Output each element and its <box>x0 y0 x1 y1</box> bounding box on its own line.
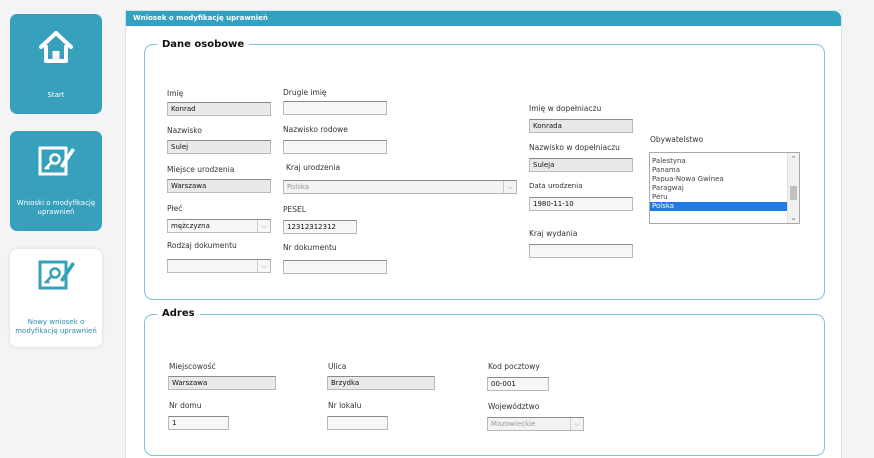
street-input[interactable]: Brzydka <box>327 376 435 390</box>
family-name-label: Nazwisko rodowe <box>283 125 348 134</box>
home-icon <box>39 31 73 63</box>
chevron-up-icon[interactable]: ⌃ <box>788 155 799 164</box>
city-label: Miejscowość <box>169 362 216 371</box>
house-input[interactable]: 1 <box>168 416 229 430</box>
chevron-down-icon: ⌵ <box>257 260 270 272</box>
doc-type-label: Rodzaj dokumentu <box>167 241 237 250</box>
voivodeship-label: Województwo <box>488 402 540 411</box>
start-tile-label: Start <box>47 91 65 99</box>
street-label: Ulica <box>328 362 347 371</box>
voivodeship-value: Mazowieckie <box>491 420 536 428</box>
postal-input[interactable]: 00-001 <box>487 377 549 391</box>
citizenship-listbox[interactable]: Palestyna Panama Papua-Nowa Gwinea Parag… <box>649 152 800 224</box>
doc-number-label: Nr dokumentu <box>283 243 337 252</box>
last-name-gen-label: Nazwisko w dopełniaczu <box>529 143 620 152</box>
sex-select[interactable]: mężczyzna ⌵ <box>167 219 271 233</box>
issue-country-input[interactable] <box>529 244 633 258</box>
city-input[interactable]: Warszawa <box>168 376 276 390</box>
request-panel: Wniosek o modyfikację uprawnień Dane oso… <box>125 10 842 458</box>
first-name-gen-input[interactable]: Konrada <box>529 119 633 133</box>
edit-key-icon <box>38 260 75 290</box>
citizenship-option[interactable]: Palestyna <box>650 157 799 166</box>
middle-name-label: Drugie imię <box>283 88 327 97</box>
house-label: Nr domu <box>169 401 202 410</box>
first-name-gen-label: Imię w dopełniaczu <box>529 104 602 113</box>
citizenship-option[interactable]: Paragwaj <box>650 184 799 193</box>
chevron-down-icon[interactable]: ⌄ <box>788 214 799 223</box>
citizenship-scrollbar[interactable]: ⌃ ⌄ <box>787 153 799 223</box>
citizenship-option-selected[interactable]: Polska <box>650 202 799 211</box>
issue-country-label: Kraj wydania <box>529 229 578 238</box>
citizenship-option[interactable]: Panama <box>650 166 799 175</box>
birth-date-label: Data urodzenia <box>529 182 583 190</box>
birth-country-value: Polska <box>287 183 310 191</box>
pesel-label: PESEL <box>283 205 306 214</box>
chevron-down-icon: ⌵ <box>503 181 516 193</box>
family-name-input[interactable] <box>283 140 387 154</box>
first-name-input[interactable]: Konrad <box>167 102 271 116</box>
last-name-input[interactable]: Sulej <box>167 140 271 154</box>
pesel-input[interactable]: 12312312312 <box>283 220 357 234</box>
middle-name-input[interactable] <box>283 101 387 115</box>
scrollbar-thumb[interactable] <box>790 186 797 200</box>
address-legend: Adres <box>157 308 200 320</box>
citizenship-option[interactable]: Papua-Nowa Gwinea <box>650 175 799 184</box>
new-request-tile-label: Nowy wniosek o modyfikację uprawnień <box>15 318 97 335</box>
doc-type-select[interactable]: ⌵ <box>167 259 271 273</box>
requests-tile[interactable]: Wnioski o modyfikację uprawnień <box>10 131 102 231</box>
new-request-tile[interactable]: Nowy wniosek o modyfikację uprawnień <box>10 249 102 347</box>
last-name-gen-input[interactable]: Suleja <box>529 158 633 172</box>
panel-title: Wniosek o modyfikację uprawnień <box>126 11 841 26</box>
birth-place-label: Miejsce urodzenia <box>167 165 235 174</box>
birth-country-label: Kraj urodzenia <box>286 163 341 172</box>
last-name-label: Nazwisko <box>167 126 202 135</box>
start-tile[interactable]: Start <box>10 14 102 114</box>
voivodeship-select[interactable]: Mazowieckie ⌵ <box>487 417 584 431</box>
flat-label: Nr lokalu <box>328 401 362 410</box>
birth-place-input[interactable]: Warszawa <box>167 179 271 193</box>
postal-label: Kod pocztowy <box>488 362 540 371</box>
citizenship-option[interactable]: Peru <box>650 193 799 202</box>
citizenship-label: Obywatelstwo <box>650 135 704 144</box>
chevron-down-icon: ⌵ <box>257 220 270 232</box>
doc-number-input[interactable] <box>283 260 387 274</box>
birth-country-select[interactable]: Polska ⌵ <box>283 180 517 194</box>
chevron-down-icon: ⌵ <box>570 418 583 430</box>
sex-value: mężczyzna <box>171 222 210 230</box>
requests-tile-label: Wnioski o modyfikację uprawnień <box>16 199 96 216</box>
sex-label: Płeć <box>167 204 183 213</box>
personal-data-legend: Dane osobowe <box>157 39 250 51</box>
flat-input[interactable] <box>327 416 388 430</box>
edit-key-icon <box>38 146 75 176</box>
birth-date-input[interactable]: 1980-11-10 <box>529 197 633 211</box>
first-name-label: Imię <box>167 89 184 98</box>
